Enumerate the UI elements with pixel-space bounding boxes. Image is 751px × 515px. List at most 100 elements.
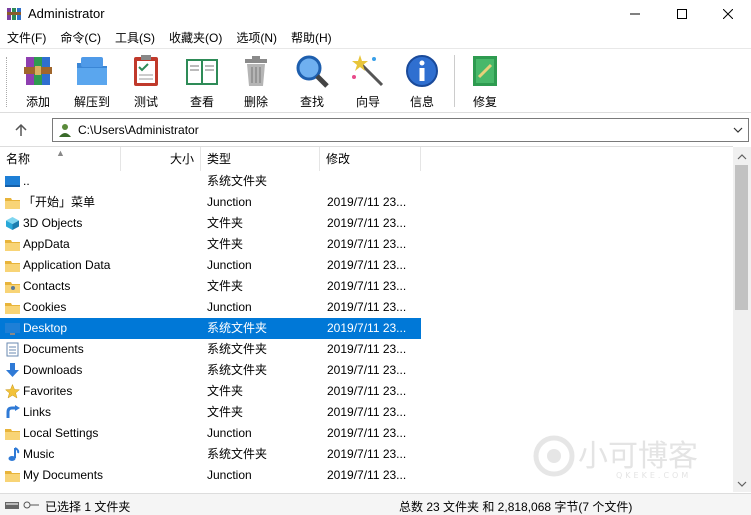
menu-commands[interactable]: 命令(C) <box>53 28 108 48</box>
file-row[interactable]: Downloads 系统文件夹 2019/7/11 23... <box>0 360 421 381</box>
view-label: 查看 <box>189 95 214 109</box>
svg-text:QKEKE.COM: QKEKE.COM <box>616 471 691 480</box>
folder-icon <box>5 468 20 483</box>
test-label: 测试 <box>133 95 158 109</box>
maximize-button[interactable] <box>659 0 705 28</box>
file-row[interactable]: AppData 文件夹 2019/7/11 23... <box>0 234 421 255</box>
winrar-app-icon[interactable] <box>6 6 22 22</box>
column-header-modified[interactable]: 修改 <box>320 147 421 171</box>
window-title: Administrator <box>28 6 105 21</box>
extract-label: 解压到 <box>73 95 110 109</box>
menu-bar: 文件(F) 命令(C) 工具(S) 收藏夹(O) 选项(N) 帮助(H) <box>0 28 751 48</box>
maximize-icon <box>677 9 687 19</box>
view-button[interactable]: 查看 <box>176 53 228 111</box>
add-button[interactable]: 添加 <box>12 53 64 111</box>
file-type: 系统文件夹 <box>207 342 268 356</box>
info-icon <box>406 55 438 87</box>
file-row[interactable]: Cookies Junction 2019/7/11 23... <box>0 297 421 318</box>
music-icon <box>5 447 20 462</box>
file-row[interactable]: Application Data Junction 2019/7/11 23... <box>0 255 421 276</box>
file-name: Music <box>23 447 55 461</box>
arrow-up-icon <box>15 123 27 136</box>
file-type: 系统文件夹 <box>207 174 268 188</box>
file-modified: 2019/7/11 23... <box>327 279 407 293</box>
magic-wand-icon <box>352 55 384 87</box>
toolbar-separator <box>454 55 455 107</box>
title-bar: Administrator <box>0 0 751 28</box>
file-row[interactable]: My Documents Junction 2019/7/11 23... <box>0 465 421 486</box>
file-modified: 2019/7/11 23... <box>327 363 407 377</box>
minimize-icon <box>630 13 640 15</box>
menu-file[interactable]: 文件(F) <box>0 28 53 48</box>
magnifier-icon <box>296 55 329 88</box>
delete-label: 删除 <box>243 95 268 109</box>
find-button[interactable]: 查找 <box>286 53 338 111</box>
file-name: Cookies <box>23 300 67 314</box>
file-type: Junction <box>207 426 252 440</box>
extract-button[interactable]: 解压到 <box>66 53 118 111</box>
file-row[interactable]: Music 系统文件夹 2019/7/11 23... <box>0 444 421 465</box>
file-row[interactable]: .. 系统文件夹 <box>0 171 421 192</box>
file-type: Junction <box>207 468 252 482</box>
file-name: My Documents <box>23 468 104 482</box>
trash-can-icon <box>245 56 267 86</box>
address-bar: C:\Users\Administrator <box>0 112 751 146</box>
file-row[interactable]: 「开始」菜单 Junction 2019/7/11 23... <box>0 192 421 213</box>
file-row[interactable]: Favorites 文件夹 2019/7/11 23... <box>0 381 421 402</box>
folder-icon <box>5 300 20 315</box>
vertical-scrollbar[interactable] <box>733 147 751 492</box>
menu-tools[interactable]: 工具(S) <box>108 28 162 48</box>
up-folder-button[interactable] <box>12 121 30 139</box>
file-type: 文件夹 <box>207 237 244 251</box>
test-button[interactable]: 测试 <box>120 53 172 111</box>
file-type: Junction <box>207 300 252 314</box>
menu-options[interactable]: 选项(N) <box>229 28 284 48</box>
file-modified: 2019/7/11 23... <box>327 384 407 398</box>
info-button[interactable]: 信息 <box>396 53 448 111</box>
repair-kit-icon <box>473 56 497 86</box>
user-folder-icon <box>58 123 72 137</box>
file-name: Local Settings <box>23 426 99 440</box>
file-row[interactable]: Local Settings Junction 2019/7/11 23... <box>0 423 421 444</box>
favorites-icon <box>4 383 21 399</box>
file-row[interactable]: Documents 系统文件夹 2019/7/11 23... <box>0 339 421 360</box>
toolbar-grip[interactable] <box>6 57 9 107</box>
folder-icon <box>5 426 20 441</box>
close-icon <box>723 9 733 19</box>
file-row[interactable]: Contacts 文件夹 2019/7/11 23... <box>0 276 421 297</box>
delete-button[interactable]: 删除 <box>230 53 282 111</box>
repair-button[interactable]: 修复 <box>459 53 511 111</box>
file-modified: 2019/7/11 23... <box>327 237 407 251</box>
folder-icon <box>5 258 20 273</box>
scrollbar-thumb[interactable] <box>735 165 748 310</box>
file-modified: 2019/7/11 23... <box>327 468 407 482</box>
close-button[interactable] <box>705 0 751 28</box>
file-type: 文件夹 <box>207 216 244 230</box>
scroll-up-icon[interactable] <box>737 151 747 161</box>
column-header-name[interactable]: ▲ 名称 <box>0 147 121 171</box>
documents-icon <box>5 342 20 357</box>
column-header-size[interactable]: 大小 <box>121 147 201 171</box>
column-header-type[interactable]: 类型 <box>201 147 320 171</box>
wizard-button[interactable]: 向导 <box>342 53 394 111</box>
links-icon <box>5 405 20 420</box>
svg-text:小可博客: 小可博客 <box>578 439 698 474</box>
contacts-icon <box>5 279 20 294</box>
address-combobox[interactable]: C:\Users\Administrator <box>52 118 749 142</box>
menu-favorites[interactable]: 收藏夹(O) <box>162 28 229 48</box>
file-name: Application Data <box>23 258 111 272</box>
file-row[interactable]: Desktop 系统文件夹 2019/7/11 23... <box>0 318 421 339</box>
file-modified: 2019/7/11 23... <box>327 195 407 209</box>
file-row[interactable]: 3D Objects 文件夹 2019/7/11 23... <box>0 213 421 234</box>
open-book-icon <box>186 59 218 85</box>
minimize-button[interactable] <box>612 0 658 28</box>
chevron-down-icon[interactable] <box>732 124 744 136</box>
menu-help[interactable]: 帮助(H) <box>284 28 339 48</box>
find-label: 查找 <box>299 95 324 109</box>
clipboard-test-icon <box>134 55 158 86</box>
file-row[interactable]: Links 文件夹 2019/7/11 23... <box>0 402 421 423</box>
scroll-down-icon[interactable] <box>737 478 747 488</box>
file-name: Documents <box>23 342 84 356</box>
add-label: 添加 <box>25 95 50 109</box>
file-type: 系统文件夹 <box>207 363 268 377</box>
